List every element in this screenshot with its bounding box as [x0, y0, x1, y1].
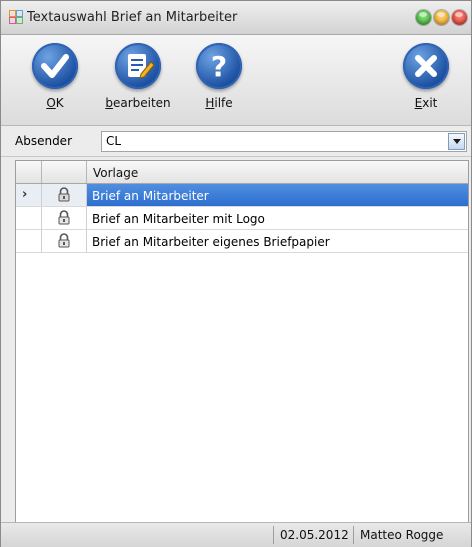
- maximize-button[interactable]: [434, 10, 449, 25]
- app-icon: [9, 10, 23, 24]
- minimize-button[interactable]: [416, 10, 431, 25]
- sender-value: CL: [106, 134, 122, 148]
- edit-label: earbeiten: [112, 96, 171, 110]
- status-date-cell: 02.05.2012: [273, 526, 353, 544]
- ok-label: K: [55, 96, 64, 110]
- sender-label: Absender: [15, 134, 72, 148]
- grid-header: Vorlage: [16, 161, 468, 184]
- help-button[interactable]: ? Hilfe: [196, 43, 242, 110]
- question-icon: ?: [196, 43, 242, 89]
- toolbar: OK bearbeiten ? Hilfe Exit: [1, 35, 471, 126]
- status-user-cell: Matteo Rogge: [353, 526, 469, 544]
- title-bar[interactable]: Textauswahl Brief an Mitarbeiter: [1, 1, 471, 35]
- help-label: ilfe: [214, 96, 233, 110]
- checkmark-icon: [32, 43, 78, 89]
- header-indicator-column: [16, 161, 42, 183]
- edit-button[interactable]: bearbeiten: [98, 43, 178, 110]
- sender-row: Absender CL: [1, 126, 471, 157]
- chevron-down-icon[interactable]: [448, 133, 465, 150]
- exit-button[interactable]: Exit: [403, 43, 449, 110]
- status-bar: 02.05.2012 Matteo Rogge: [1, 522, 471, 547]
- table-row[interactable]: › Brief an Mitarbeiter: [16, 184, 468, 207]
- header-icon-column: [42, 161, 87, 183]
- row-template-name: Brief an Mitarbeiter: [92, 189, 209, 203]
- svg-text:?: ?: [211, 50, 227, 83]
- lock-icon: [58, 187, 70, 202]
- row-template-name: Brief an Mitarbeiter mit Logo: [92, 212, 265, 226]
- sender-combobox[interactable]: CL: [101, 131, 467, 152]
- exit-label: xit: [422, 96, 438, 110]
- close-icon: [403, 43, 449, 89]
- edit-mnemonic: b: [105, 96, 113, 110]
- template-grid: Vorlage › Brief an Mitarbeiter Brief an …: [15, 160, 469, 527]
- lock-icon: [58, 233, 70, 248]
- app-window: Textauswahl Brief an Mitarbeiter OK bear…: [0, 0, 472, 547]
- ok-button[interactable]: OK: [32, 43, 78, 110]
- status-date: 02.05.2012: [280, 528, 349, 542]
- table-row[interactable]: Brief an Mitarbeiter mit Logo: [16, 207, 468, 230]
- status-user: Matteo Rogge: [360, 528, 444, 542]
- window-title: Textauswahl Brief an Mitarbeiter: [27, 10, 238, 25]
- table-row[interactable]: Brief an Mitarbeiter eigenes Briefpapier: [16, 230, 468, 253]
- lock-icon: [58, 210, 70, 225]
- row-indicator: ›: [22, 187, 28, 202]
- header-vorlage-label: Vorlage: [93, 166, 139, 180]
- row-template-name: Brief an Mitarbeiter eigenes Briefpapier: [92, 235, 330, 249]
- ok-mnemonic: O: [46, 96, 56, 110]
- header-vorlage-column[interactable]: Vorlage: [87, 161, 468, 183]
- edit-document-icon: [115, 43, 161, 89]
- close-window-button[interactable]: [452, 10, 467, 25]
